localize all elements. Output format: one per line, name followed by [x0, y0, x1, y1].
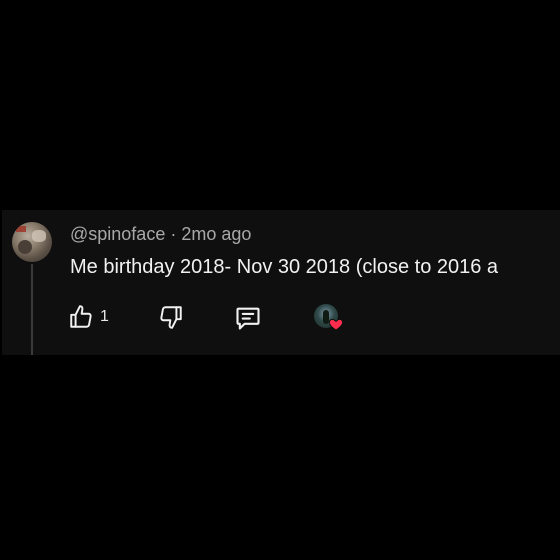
avatar-shape [18, 240, 32, 254]
comment-card: @spinoface · 2mo ago Me birthday 2018- Nov… [2, 210, 560, 355]
meta-separator: · [170, 224, 177, 244]
dislike-button[interactable] [158, 304, 184, 330]
thumbs-down-icon [160, 306, 182, 329]
creator-heart-badge[interactable] [314, 304, 344, 332]
author-name[interactable]: @spinoface [70, 224, 165, 244]
comment-bubble-icon [236, 307, 260, 330]
author-avatar[interactable] [12, 222, 52, 262]
comment-header: @spinoface · 2mo ago [70, 224, 251, 245]
thumbs-up-icon [70, 305, 92, 328]
creator-heart-icon [328, 318, 344, 331]
avatar-shape [32, 230, 46, 242]
like-count: 1 [100, 308, 109, 325]
reply-button[interactable] [234, 304, 262, 332]
like-button[interactable]: 1 [68, 304, 109, 330]
comment-text: Me birthday 2018- Nov 30 2018 (close to … [70, 256, 499, 278]
avatar-shape [16, 226, 26, 232]
comment-timestamp[interactable]: 2mo ago [181, 224, 251, 244]
thread-line [31, 264, 33, 355]
